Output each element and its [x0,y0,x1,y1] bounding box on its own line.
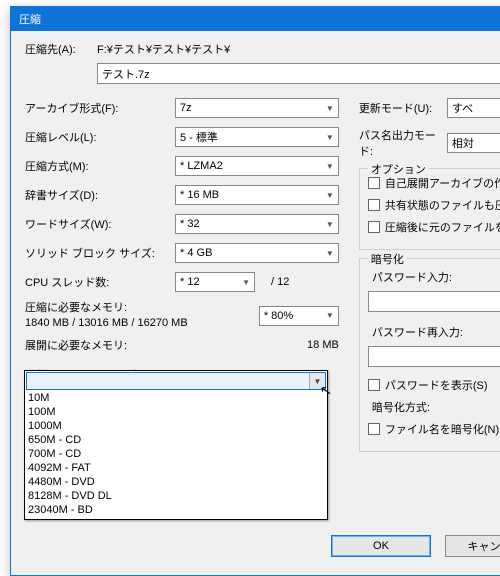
level-label: 圧縮レベル(L): [25,129,175,145]
split-size-option[interactable]: 4092M - FAT [28,461,324,475]
split-size-option[interactable]: 8128M - DVD DL [28,489,324,503]
ok-button[interactable]: OK [331,535,431,557]
decompress-mem-label: 展開に必要なメモリ: [25,337,127,353]
compress-mem-select[interactable]: * 80%▼ [259,306,339,326]
compress-mem-label: 圧縮に必要なメモリ: [25,301,188,316]
encryption-group: 暗号化 パスワード入力: パスワード再入力: パスワードを表示(S) 暗号化方式… [359,258,500,452]
split-size-combobox[interactable]: ▼ [26,372,326,390]
split-size-option[interactable]: 700M - CD [28,447,324,461]
share-checkbox[interactable]: 共有状態のファイルも圧縮 [368,197,500,213]
update-mode-select[interactable]: すべ [447,98,500,118]
button-bar: OK キャンセル [331,535,500,557]
level-select[interactable]: 5 - 標準▼ [175,127,339,147]
split-size-option[interactable]: 4480M - DVD [28,475,324,489]
password2-label: パスワード再入力: [372,324,500,340]
cpu-label: CPU スレッド数: [25,274,175,290]
sfx-checkbox[interactable]: 自己展開アーカイブの作成( [368,175,500,191]
dict-select[interactable]: * 16 MB▼ [175,185,339,205]
archive-format-select[interactable]: 7z▼ [175,98,339,118]
split-size-option[interactable]: 100M [28,405,324,419]
checkbox-icon [368,221,380,233]
dest-filename-input[interactable] [97,63,500,84]
password1-input[interactable] [368,291,500,312]
split-size-option[interactable]: 1000M [28,419,324,433]
chevron-down-icon: ▼ [326,133,334,142]
checkbox-icon [368,177,380,189]
chevron-down-icon: ▼ [326,311,334,320]
word-select[interactable]: * 32▼ [175,214,339,234]
password2-input[interactable] [368,346,500,367]
dest-label: 圧縮先(A): [25,41,97,57]
checkbox-icon [368,423,380,435]
chevron-down-icon: ▼ [326,162,334,171]
chevron-down-icon: ▼ [242,278,250,287]
split-size-option[interactable]: 23040M - BD [28,503,324,517]
password1-label: パスワード入力: [372,269,500,285]
decompress-mem-value: 18 MB [279,339,339,351]
chevron-down-icon: ▼ [326,249,334,258]
split-size-dropdown[interactable]: ▼ 10M100M1000M650M - CD700M - CD4092M - … [24,370,328,520]
show-pass-checkbox[interactable]: パスワードを表示(S) [368,377,500,393]
split-size-option[interactable]: 10M [28,391,324,405]
delete-checkbox[interactable]: 圧縮後に元のファイルを削除 [368,219,500,235]
dict-label: 辞書サイズ(D): [25,187,175,203]
cpu-select[interactable]: * 12▼ [175,272,255,292]
method-label: 圧縮方式(M): [25,158,175,174]
cancel-button[interactable]: キャンセル [445,535,500,557]
method-select[interactable]: * LZMA2▼ [175,156,339,176]
options-group: オプション 自己展開アーカイブの作成( 共有状態のファイルも圧縮 圧縮後に元のフ… [359,168,500,250]
dest-path: F:¥テスト¥テスト¥テスト¥ [97,41,500,57]
chevron-down-icon: ▼ [326,191,334,200]
chevron-down-icon: ▼ [326,220,334,229]
archive-format-label: アーカイブ形式(F): [25,100,175,116]
right-column: 更新モード(U): すべ パス名出力モード: 相対 オプション 自己展開アーカイ… [359,98,500,460]
titlebar[interactable]: 圧縮 [11,7,500,31]
path-mode-label: パス名出力モード: [359,127,447,159]
compress-mem-detail: 1840 MB / 13016 MB / 16270 MB [25,316,188,331]
update-mode-label: 更新モード(U): [359,100,447,116]
cpu-total: / 12 [271,276,289,288]
solid-select[interactable]: * 4 GB▼ [175,243,339,263]
enc-filenames-checkbox[interactable]: ファイル名を暗号化(N) [368,421,500,437]
checkbox-icon [368,379,380,391]
chevron-down-icon: ▼ [326,104,334,113]
word-label: ワードサイズ(W): [25,216,175,232]
solid-label: ソリッド ブロック サイズ: [25,245,175,261]
options-legend: オプション [368,161,429,177]
path-mode-select[interactable]: 相対 [447,133,500,153]
checkbox-icon [368,199,380,211]
enc-method-label: 暗号化方式: [372,399,500,415]
encryption-legend: 暗号化 [368,251,407,267]
window-title: 圧縮 [19,14,41,26]
split-size-option[interactable]: 650M - CD [28,433,324,447]
split-size-options: 10M100M1000M650M - CD700M - CD4092M - FA… [25,391,327,519]
